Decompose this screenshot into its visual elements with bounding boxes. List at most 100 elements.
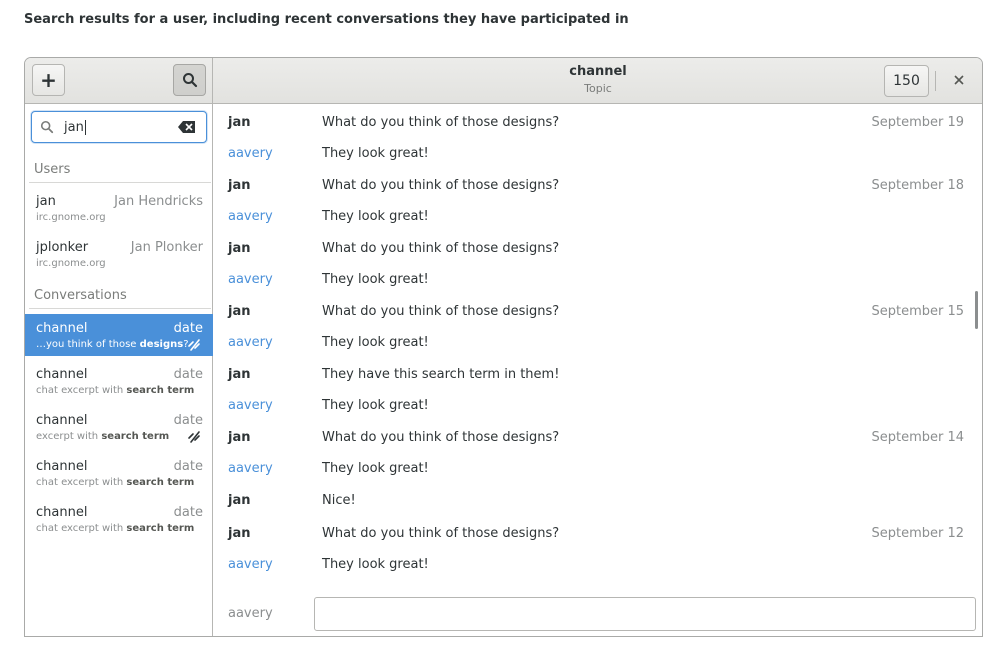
- message-entry[interactable]: [314, 597, 976, 631]
- message-nick[interactable]: jan: [228, 493, 250, 508]
- message-text: They look great!: [322, 146, 429, 161]
- message-nick[interactable]: jan: [228, 367, 250, 382]
- divider: [29, 308, 211, 309]
- disconnected-icon: [188, 339, 200, 351]
- compose-area: aavery: [214, 594, 982, 636]
- channel-topic: Topic: [584, 82, 612, 95]
- conversation-date: date: [173, 459, 203, 474]
- message-nick[interactable]: aavery: [228, 146, 273, 161]
- message-nick[interactable]: aavery: [228, 272, 273, 287]
- message-nick[interactable]: jan: [228, 115, 250, 130]
- page-caption: Search results for a user, including rec…: [24, 12, 629, 27]
- conversation-channel: channel: [36, 505, 88, 520]
- user-real-name: Jan Plonker: [130, 240, 203, 255]
- chat-view: jan What do you think of those designs? …: [214, 104, 982, 636]
- conversation-date: date: [173, 505, 203, 520]
- user-count-button[interactable]: 150: [884, 65, 929, 97]
- user-nick: jan: [36, 194, 56, 209]
- channel-title: channel: [569, 64, 627, 79]
- conversation-row[interactable]: channel date chat excerpt with search te…: [25, 452, 213, 494]
- message-nick[interactable]: aavery: [228, 398, 273, 413]
- user-row-jplonker[interactable]: jplonker Jan Plonker irc.gnome.org: [25, 240, 213, 284]
- conversation-date: date: [173, 413, 203, 428]
- header-separator: [935, 71, 936, 91]
- conversation-excerpt: …you think of those designs?: [36, 339, 189, 350]
- conversation-row[interactable]: channel date chat excerpt with search te…: [25, 498, 213, 540]
- message-text: They look great!: [322, 335, 429, 350]
- users-heading: Users: [34, 162, 71, 177]
- clear-text-icon[interactable]: [178, 121, 196, 133]
- conversation-date: date: [173, 321, 203, 336]
- message-text: What do you think of those designs?: [322, 430, 560, 445]
- message-row: aavery They look great!: [214, 143, 982, 167]
- conversation-channel: channel: [36, 413, 88, 428]
- message-text: They look great!: [322, 557, 429, 572]
- message-date: September 19: [871, 115, 964, 130]
- user-row-jan[interactable]: jan Jan Hendricks irc.gnome.org: [25, 194, 213, 238]
- user-server: irc.gnome.org: [36, 212, 106, 223]
- conversation-excerpt: chat excerpt with search term: [36, 385, 195, 396]
- conversation-excerpt: chat excerpt with search term: [36, 477, 195, 488]
- conversation-row[interactable]: channel date …you think of those designs…: [25, 314, 213, 356]
- message-date: September 15: [871, 304, 964, 319]
- conversations-heading: Conversations: [34, 288, 127, 303]
- message-nick[interactable]: aavery: [228, 335, 273, 350]
- message-nick[interactable]: jan: [228, 304, 250, 319]
- message-text: They look great!: [322, 272, 429, 287]
- search-input[interactable]: jan: [31, 111, 207, 143]
- user-real-name: Jan Hendricks: [114, 194, 203, 209]
- message-text: Nice!: [322, 493, 356, 508]
- message-text: They look great!: [322, 209, 429, 224]
- message-text: They look great!: [322, 398, 429, 413]
- user-nick: jplonker: [36, 240, 89, 255]
- conversation-channel: channel: [36, 321, 88, 336]
- message-text: They have this search term in them!: [322, 367, 560, 382]
- message-nick[interactable]: jan: [228, 241, 250, 256]
- plus-icon: +: [40, 68, 57, 92]
- conversation-row[interactable]: channel date excerpt with search term: [25, 406, 213, 448]
- conversation-excerpt: excerpt with search term: [36, 431, 170, 442]
- conversation-excerpt: chat excerpt with search term: [36, 523, 195, 534]
- message-row: aavery They look great!: [214, 458, 982, 482]
- message-row: aavery They look great!: [214, 206, 982, 230]
- message-row: jan They have this search term in them!: [214, 364, 982, 388]
- conversation-channel: channel: [36, 459, 88, 474]
- message-nick[interactable]: jan: [228, 178, 250, 193]
- message-text: What do you think of those designs?: [322, 304, 560, 319]
- message-row: jan What do you think of those designs? …: [214, 427, 982, 451]
- divider: [29, 182, 211, 183]
- message-row: jan What do you think of those designs?: [214, 238, 982, 262]
- message-text: What do you think of those designs?: [322, 241, 560, 256]
- message-date: September 14: [871, 430, 964, 445]
- search-icon: [182, 73, 197, 88]
- sidebar: jan Users jan Jan Hendricks irc.gnome.or…: [25, 104, 213, 636]
- message-row: aavery They look great!: [214, 269, 982, 293]
- app-window: + channel Topic 150 jan Users jan Jan He…: [24, 57, 983, 637]
- message-nick[interactable]: aavery: [228, 461, 273, 476]
- message-row: aavery They look great!: [214, 332, 982, 356]
- header-left-pane: +: [25, 58, 213, 104]
- conversation-row[interactable]: channel date chat excerpt with search te…: [25, 360, 213, 402]
- message-nick[interactable]: jan: [228, 430, 250, 445]
- conversation-channel: channel: [36, 367, 88, 382]
- message-text: They look great!: [322, 461, 429, 476]
- message-date: September 12: [871, 526, 964, 541]
- add-button[interactable]: +: [32, 64, 65, 96]
- scrollbar-indicator[interactable]: [975, 291, 978, 329]
- message-nick[interactable]: jan: [228, 526, 250, 541]
- compose-nick-button[interactable]: aavery: [228, 606, 273, 621]
- message-row: jan What do you think of those designs? …: [214, 301, 982, 325]
- conversation-date: date: [173, 367, 203, 382]
- search-toggle-button[interactable]: [173, 64, 206, 96]
- close-button[interactable]: [949, 70, 969, 90]
- message-row: jan What do you think of those designs? …: [214, 175, 982, 199]
- message-row: jan What do you think of those designs? …: [214, 523, 982, 547]
- message-date: September 18: [871, 178, 964, 193]
- search-input-value: jan: [64, 120, 86, 135]
- message-nick[interactable]: aavery: [228, 209, 273, 224]
- message-text: What do you think of those designs?: [322, 526, 560, 541]
- message-row: aavery They look great!: [214, 554, 982, 578]
- message-row: aavery They look great!: [214, 395, 982, 419]
- disconnected-icon: [188, 431, 200, 443]
- message-nick[interactable]: aavery: [228, 557, 273, 572]
